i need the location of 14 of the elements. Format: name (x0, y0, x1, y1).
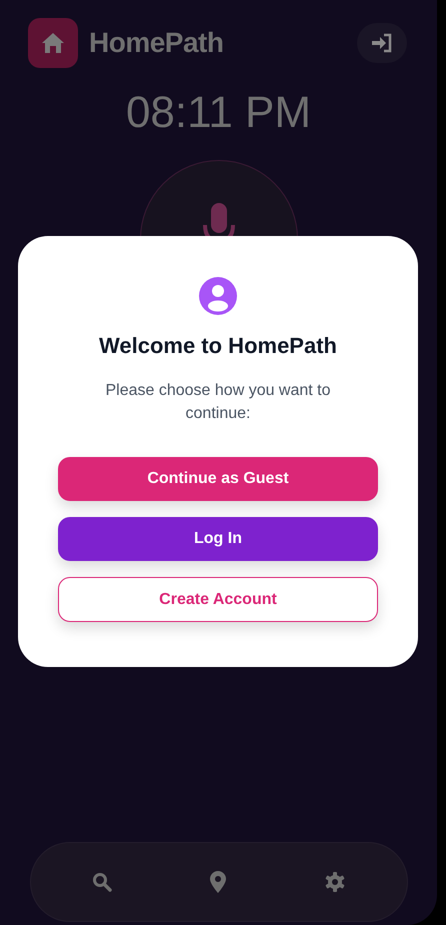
create-account-button[interactable]: Create Account (58, 577, 378, 622)
search-icon[interactable] (92, 872, 112, 892)
login-button[interactable]: Log In (58, 517, 378, 561)
clock-time: 08:11 PM (126, 88, 312, 138)
login-button[interactable] (357, 23, 407, 63)
dialog-message: Please choose how you want to continue: (104, 381, 332, 424)
user-avatar-icon (199, 277, 237, 315)
dialog-title: Welcome to HomePath (99, 333, 337, 359)
login-icon (371, 33, 393, 53)
guest-button[interactable]: Continue as Guest (58, 457, 378, 501)
settings-icon[interactable] (324, 871, 346, 893)
home-logo-icon (28, 18, 78, 68)
location-pin-icon[interactable] (210, 871, 226, 893)
app-title: HomePath (89, 27, 224, 59)
